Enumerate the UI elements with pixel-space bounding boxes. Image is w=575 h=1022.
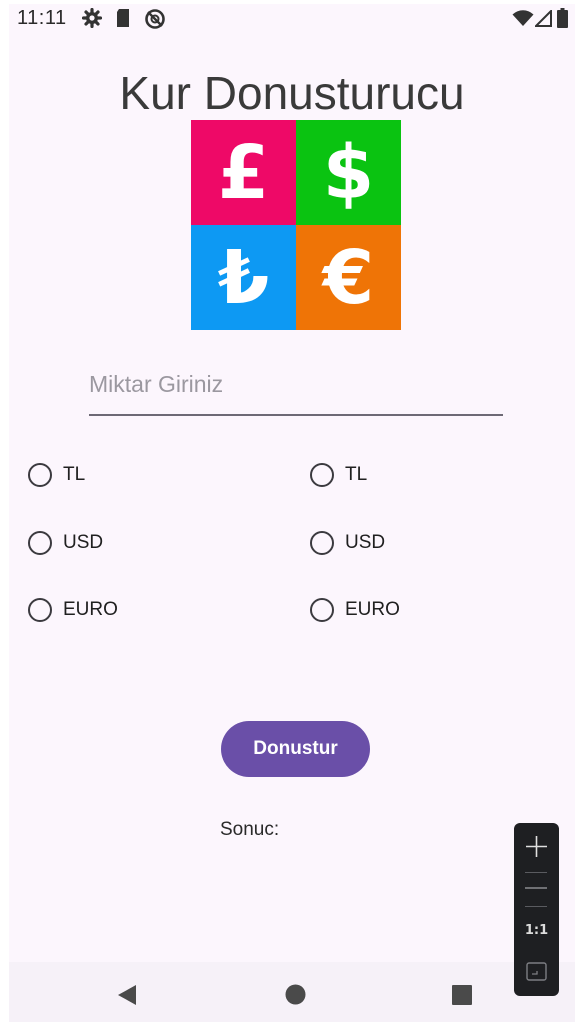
- no-sync-icon: [145, 9, 165, 29]
- zoom-out-icon[interactable]: [525, 886, 547, 890]
- pound-tile: £: [191, 120, 296, 225]
- currency-logo: £ $ ₺ €: [191, 120, 401, 330]
- radio-label: EURO: [345, 599, 400, 620]
- app-title: Kur Donusturucu: [119, 67, 465, 119]
- euro-tile: €: [296, 225, 401, 330]
- lira-tile: ₺: [191, 225, 296, 330]
- to-radio-euro[interactable]: EURO: [310, 598, 400, 622]
- signal-icon: [535, 10, 552, 27]
- radio-button[interactable]: [310, 598, 334, 622]
- zoom-in-icon[interactable]: [526, 836, 547, 857]
- from-radio-euro[interactable]: EURO: [28, 598, 118, 622]
- status-time: 11:11: [17, 7, 67, 29]
- radio-button[interactable]: [28, 531, 52, 555]
- lira-icon: ₺: [217, 234, 270, 321]
- radio-label: TL: [63, 464, 86, 485]
- from-radio-usd[interactable]: USD: [28, 531, 103, 555]
- radio-button[interactable]: [28, 598, 52, 622]
- gear-icon: [82, 8, 102, 28]
- dollar-tile: $: [296, 120, 401, 225]
- divider: [525, 906, 547, 907]
- back-icon[interactable]: [117, 984, 137, 1006]
- zoom-panel: 1:1: [514, 823, 559, 996]
- sd-card-icon: [117, 9, 129, 27]
- wifi-icon: [512, 10, 534, 26]
- to-radio-tl[interactable]: TL: [310, 463, 367, 487]
- pound-icon: £: [217, 129, 270, 216]
- navigation-bar: [9, 962, 575, 1022]
- radio-label: USD: [345, 532, 386, 553]
- radio-label: USD: [63, 532, 104, 553]
- radio-button[interactable]: [28, 463, 52, 487]
- radio-button[interactable]: [310, 463, 334, 487]
- euro-icon: €: [322, 234, 375, 321]
- battery-icon: [557, 8, 568, 28]
- convert-button[interactable]: Donustur: [221, 721, 370, 777]
- radio-label: TL: [345, 464, 368, 485]
- app-screen: 11:11 Kur Donusturucu £ $ ₺ € Miktar Gir…: [9, 4, 575, 1022]
- from-radio-tl[interactable]: TL: [28, 463, 85, 487]
- to-radio-usd[interactable]: USD: [310, 531, 385, 555]
- result-label: Sonuc:: [220, 819, 280, 840]
- home-icon[interactable]: [285, 984, 306, 1005]
- recents-icon[interactable]: [452, 985, 472, 1005]
- dollar-icon: $: [322, 129, 375, 216]
- divider: [525, 872, 547, 873]
- amount-input[interactable]: [89, 360, 503, 416]
- fit-screen-icon[interactable]: [526, 962, 547, 981]
- status-bar: 11:11: [9, 4, 575, 32]
- zoom-reset-button[interactable]: 1:1: [514, 923, 559, 938]
- radio-button[interactable]: [310, 531, 334, 555]
- radio-label: EURO: [63, 599, 118, 620]
